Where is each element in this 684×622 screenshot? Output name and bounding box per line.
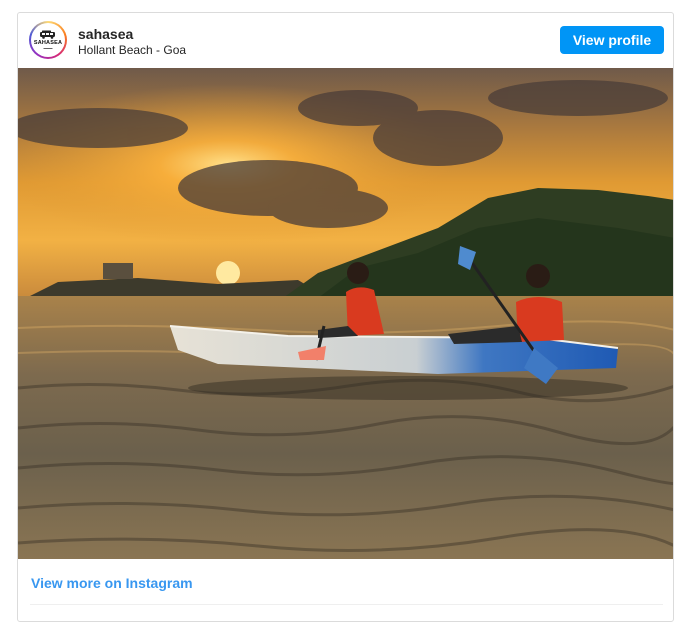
instagram-embed: SAHASEA ▬▬▬ sahasea Hollant Beach - Goa … xyxy=(17,12,674,622)
view-profile-button[interactable]: View profile xyxy=(560,26,664,54)
avatar[interactable]: SAHASEA ▬▬▬ xyxy=(29,21,67,59)
post-header: SAHASEA ▬▬▬ sahasea Hollant Beach - Goa … xyxy=(18,13,673,69)
view-more-link[interactable]: View more on Instagram xyxy=(31,575,193,591)
avatar-logo: SAHASEA ▬▬▬ xyxy=(31,23,65,57)
location[interactable]: Hollant Beach - Goa xyxy=(78,43,186,57)
van-icon xyxy=(40,30,55,39)
divider xyxy=(30,604,663,605)
avatar-underline: ▬▬▬ xyxy=(43,46,53,50)
username[interactable]: sahasea xyxy=(78,26,133,42)
post-photo[interactable] xyxy=(18,68,674,559)
